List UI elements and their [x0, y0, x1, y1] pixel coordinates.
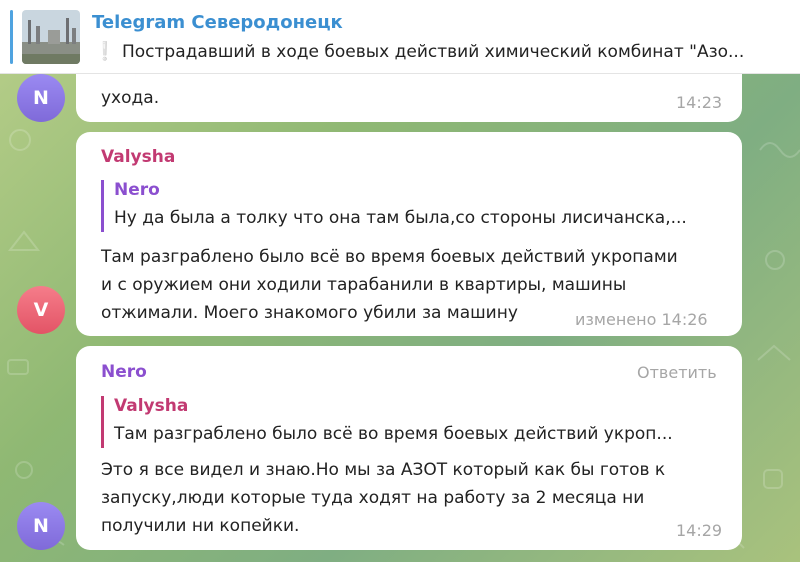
exclamation-icon: ❕: [93, 40, 117, 62]
channel-title[interactable]: Telegram Северодонецк: [92, 12, 343, 33]
pinned-message-text: Пострадавший в ходе боевых действий хими…: [122, 42, 745, 62]
reply-quote[interactable]: Valysha Там разграблено было всё во врем…: [101, 396, 673, 448]
avatar[interactable]: N: [17, 502, 65, 550]
avatar[interactable]: N: [17, 74, 65, 122]
sender-name[interactable]: Nero: [101, 362, 147, 382]
message-time: 14:29: [676, 521, 723, 540]
pinned-accent-bar: [10, 10, 13, 64]
message-text-line: отжимали. Моего знакомого убили за машин…: [101, 303, 518, 323]
message-text-line: и с оружием они ходили тарабанили в квар…: [101, 275, 627, 295]
reply-button[interactable]: Ответить: [637, 363, 717, 382]
message-text-line: получили ни копейки.: [101, 516, 300, 536]
message-text-line: ухода.: [101, 88, 160, 108]
reply-sender-name: Nero: [114, 180, 160, 200]
message-time: 14:23: [676, 93, 723, 112]
avatar[interactable]: V: [17, 286, 65, 334]
reply-quote[interactable]: Nero Ну да была а толку что она там была…: [101, 180, 687, 232]
reply-text: Ну да была а толку что она там была,со с…: [114, 208, 687, 228]
reply-sender-name: Valysha: [114, 396, 189, 416]
channel-thumbnail: [22, 10, 80, 64]
message-text-line: Там разграблено было всё во время боевых…: [101, 247, 678, 267]
message-text-line: Это я все видел и знаю.Но мы за АЗОТ кот…: [101, 460, 666, 480]
sender-name[interactable]: Valysha: [101, 147, 175, 167]
reply-text: Там разграблено было всё во время боевых…: [114, 424, 673, 444]
message-time: изменено 14:26: [575, 310, 708, 329]
message-text-line: запуску,люди которые туда ходят на работ…: [101, 488, 645, 508]
pinned-message-bar[interactable]: Telegram Северодонецк ❕ Пострадавший в х…: [0, 0, 800, 74]
